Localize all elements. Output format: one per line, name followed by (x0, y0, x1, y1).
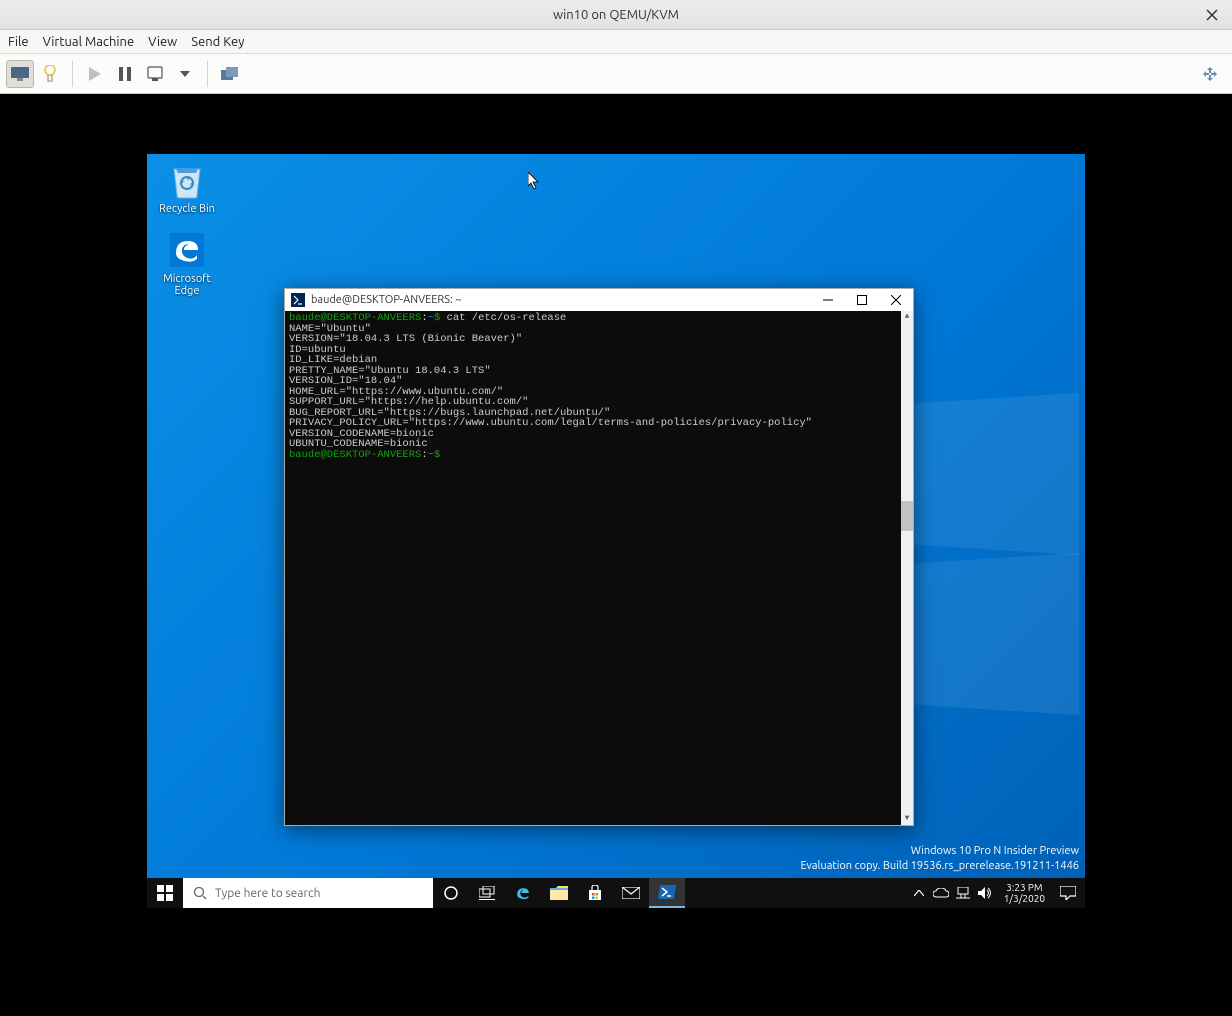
mail-icon (622, 887, 640, 899)
tray-onedrive[interactable] (932, 888, 950, 898)
menu-send-key[interactable]: Send Key (191, 35, 244, 49)
chevron-up-icon (914, 890, 924, 896)
terminal-body[interactable]: baude@DESKTOP-ANVEERS:~$ cat /etc/os-rel… (285, 311, 913, 825)
folder-icon (550, 886, 568, 900)
shutdown-button[interactable] (141, 60, 169, 88)
vm-viewport: Recycle Bin Microsoft Edge Windows 10 Pr… (0, 94, 1232, 1016)
terminal-window[interactable]: baude@DESKTOP-ANVEERS: ~ baude@DESKTOP-A… (284, 288, 914, 826)
toolbar-separator (72, 61, 73, 87)
store-icon (587, 885, 603, 901)
shutdown-dropdown[interactable] (171, 60, 199, 88)
vm-toolbar (0, 54, 1232, 94)
vm-close-button[interactable] (1202, 5, 1222, 25)
network-icon (956, 887, 970, 899)
search-icon (193, 886, 207, 900)
taskbar-edge[interactable] (505, 878, 541, 908)
taskbar-pinned (433, 878, 685, 908)
menu-file[interactable]: File (8, 35, 29, 49)
console-button[interactable] (6, 60, 34, 88)
taskbar-clock[interactable]: 3:23 PM 1/3/2020 (998, 882, 1051, 904)
clock-date: 1/3/2020 (1004, 893, 1045, 904)
taskbar-notifications[interactable] (1055, 886, 1081, 900)
terminal-titlebar[interactable]: baude@DESKTOP-ANVEERS: ~ (285, 289, 913, 311)
notification-icon (1060, 886, 1076, 900)
taskbar-explorer[interactable] (541, 878, 577, 908)
taskview-icon (479, 886, 495, 900)
pause-button[interactable] (111, 60, 139, 88)
taskbar-taskview[interactable] (469, 878, 505, 908)
taskbar: Type here to search (147, 878, 1085, 908)
watermark-line: Windows 10 Pro N Insider Preview (801, 844, 1080, 858)
terminal-window-controls (811, 289, 913, 311)
desktop-icon-recycle-bin[interactable]: Recycle Bin (152, 160, 222, 215)
cloud-icon (933, 888, 949, 898)
desktop-icon-edge[interactable]: Microsoft Edge (152, 230, 222, 297)
clock-time: 3:23 PM (1004, 882, 1045, 893)
tray-chevron[interactable] (910, 890, 928, 896)
scroll-down-icon[interactable]: ▼ (901, 813, 913, 825)
minimize-button[interactable] (811, 289, 845, 311)
vm-titlebar[interactable]: win10 on QEMU/KVM (0, 0, 1232, 30)
scroll-up-icon[interactable]: ▲ (901, 311, 913, 323)
maximize-button[interactable] (845, 289, 879, 311)
volume-icon (978, 887, 992, 899)
fullscreen-button[interactable] (1196, 60, 1224, 88)
desktop-icon-label: Microsoft Edge (152, 273, 222, 297)
scroll-thumb[interactable] (901, 501, 913, 531)
taskbar-store[interactable] (577, 878, 613, 908)
tray-network[interactable] (954, 887, 972, 899)
windows-icon (157, 885, 173, 901)
toolbar-separator (207, 61, 208, 87)
powershell-icon (658, 885, 676, 899)
menu-virtual-machine[interactable]: Virtual Machine (43, 35, 135, 49)
desktop-icon-label: Recycle Bin (152, 203, 222, 215)
taskbar-mail[interactable] (613, 878, 649, 908)
powershell-icon (291, 293, 305, 307)
virt-manager-window: win10 on QEMU/KVM File Virtual Machine V… (0, 0, 1232, 1016)
recycle-bin-icon (167, 160, 207, 200)
taskbar-cortana[interactable] (433, 878, 469, 908)
run-button[interactable] (81, 60, 109, 88)
snapshots-button[interactable] (216, 60, 244, 88)
search-placeholder: Type here to search (215, 887, 320, 900)
cortana-icon (443, 885, 459, 901)
taskbar-search[interactable]: Type here to search (183, 878, 433, 908)
taskbar-powershell[interactable] (649, 878, 685, 908)
menu-view[interactable]: View (148, 35, 177, 49)
taskbar-tray: 3:23 PM 1/3/2020 (910, 878, 1085, 908)
start-button[interactable] (147, 878, 183, 908)
tray-volume[interactable] (976, 887, 994, 899)
close-button[interactable] (879, 289, 913, 311)
terminal-scrollbar[interactable]: ▲▼ (901, 311, 913, 825)
windows-watermark: Windows 10 Pro N Insider Preview Evaluat… (801, 844, 1080, 873)
vm-title: win10 on QEMU/KVM (553, 8, 679, 22)
mouse-cursor-icon (528, 172, 540, 190)
info-button[interactable] (36, 60, 64, 88)
guest-desktop[interactable]: Recycle Bin Microsoft Edge Windows 10 Pr… (147, 154, 1085, 908)
watermark-line: Evaluation copy. Build 19536.rs_prerelea… (801, 859, 1080, 873)
edge-icon (514, 884, 532, 902)
vm-menubar: File Virtual Machine View Send Key (0, 30, 1232, 54)
terminal-title: baude@DESKTOP-ANVEERS: ~ (311, 294, 461, 306)
edge-icon (167, 230, 207, 270)
